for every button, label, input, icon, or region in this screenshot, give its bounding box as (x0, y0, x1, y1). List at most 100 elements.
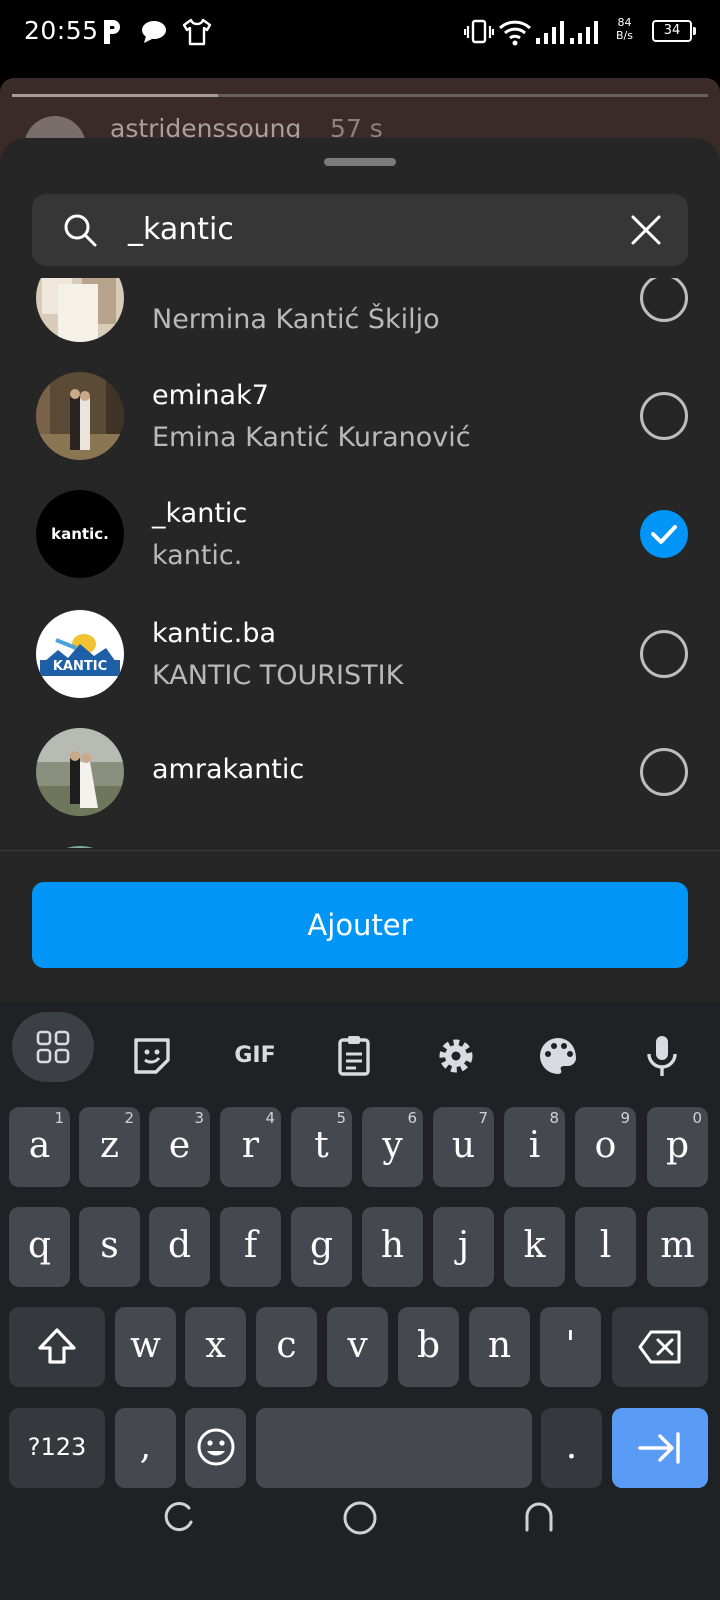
key-t[interactable]: t5 (291, 1107, 352, 1187)
key-l[interactable]: l (575, 1207, 636, 1287)
shift-icon (38, 1328, 76, 1364)
avatar-logo-text: kantic. (51, 525, 109, 543)
avatar (36, 728, 124, 816)
username: kantic.ba (152, 618, 277, 649)
key-g[interactable]: g (291, 1207, 352, 1287)
status-time: 20:55 (24, 16, 99, 45)
key-h[interactable]: h (362, 1207, 423, 1287)
avatar (36, 278, 124, 342)
microphone-icon[interactable] (638, 1032, 686, 1080)
enter-key[interactable] (612, 1408, 708, 1488)
key-x[interactable]: x (185, 1307, 246, 1387)
key-apostrophe[interactable]: ' (540, 1307, 601, 1387)
key-v[interactable]: v (327, 1307, 388, 1387)
add-button[interactable]: Ajouter (32, 882, 688, 968)
battery-level: 34 (663, 23, 681, 38)
select-radio[interactable] (640, 278, 688, 322)
key-period[interactable]: . (541, 1408, 602, 1488)
list-item[interactable] (0, 830, 720, 848)
avatar: KANTIC (36, 610, 124, 698)
key-m[interactable]: m (647, 1207, 708, 1287)
emoji-key[interactable] (185, 1408, 246, 1488)
network-speed-unit: B/s (616, 29, 633, 42)
key-q[interactable]: q (9, 1207, 70, 1287)
key-label: t (314, 1125, 329, 1166)
key-a[interactable]: a1 (9, 1107, 70, 1187)
list-item[interactable]: eminak7 Emina Kantić Kuranović (0, 356, 720, 476)
gif-button[interactable]: GIF (228, 1032, 282, 1080)
key-hint: 0 (692, 1109, 702, 1127)
settings-icon[interactable] (432, 1032, 480, 1080)
shift-key[interactable] (9, 1307, 105, 1387)
key-c[interactable]: c (256, 1307, 317, 1387)
key-f[interactable]: f (220, 1207, 281, 1287)
home-icon[interactable] (342, 1500, 378, 1536)
network-speed-value: 84 (617, 16, 632, 29)
select-radio[interactable] (640, 748, 688, 796)
key-hint: 2 (124, 1109, 134, 1127)
status-bar: 20:55 84 B/s 34 (0, 0, 720, 66)
signal-icon-2 (570, 21, 598, 44)
list-item[interactable]: KANTIC kantic.ba KANTIC TOURISTIK (0, 594, 720, 714)
backspace-key[interactable] (612, 1307, 708, 1387)
key-r[interactable]: r4 (220, 1107, 281, 1187)
clear-search-icon[interactable] (630, 214, 662, 246)
select-radio[interactable] (640, 630, 688, 678)
key-label: o (594, 1125, 617, 1166)
keyboard-apps-button[interactable] (12, 1012, 94, 1082)
checkmark-icon (651, 525, 677, 544)
selected-radio[interactable] (640, 510, 688, 558)
key-z[interactable]: z2 (79, 1107, 140, 1187)
key-label: r (241, 1125, 260, 1166)
key-s[interactable]: s (79, 1207, 140, 1287)
select-radio[interactable] (640, 392, 688, 440)
full-name: KANTIC TOURISTIK (152, 660, 404, 691)
key-n[interactable]: n (469, 1307, 530, 1387)
next-arrow-icon (638, 1432, 680, 1464)
key-j[interactable]: j (433, 1207, 494, 1287)
key-p[interactable]: p0 (647, 1107, 708, 1187)
back-icon[interactable] (522, 1500, 556, 1534)
search-input[interactable]: _kantic (128, 194, 608, 266)
username: amrakantic (152, 754, 305, 785)
key-e[interactable]: e3 (149, 1107, 210, 1187)
network-speed: 84 B/s (616, 16, 633, 42)
key-o[interactable]: o9 (575, 1107, 636, 1187)
key-label: p (665, 1125, 690, 1166)
palette-icon[interactable] (534, 1032, 582, 1080)
list-item[interactable]: amrakantic (0, 712, 720, 832)
full-name: Nermina Kantić Škiljo (152, 304, 440, 335)
sticker-icon[interactable] (128, 1032, 176, 1080)
key-hint: 1 (54, 1109, 64, 1127)
key-b[interactable]: b (398, 1307, 459, 1387)
chat-bubbles-icon (142, 21, 166, 43)
list-item[interactable]: Nermina Kantić Škiljo (0, 278, 720, 358)
vibrate-icon (464, 19, 494, 44)
space-bar[interactable] (256, 1408, 532, 1488)
avatar (36, 372, 124, 460)
key-w[interactable]: w (115, 1307, 176, 1387)
wifi-icon (498, 20, 532, 46)
symbols-key[interactable]: ?123 (9, 1408, 105, 1488)
key-label: a (28, 1125, 51, 1166)
sheet-drag-handle[interactable] (324, 158, 396, 166)
key-comma[interactable]: , (115, 1408, 176, 1488)
key-u[interactable]: u7 (433, 1107, 494, 1187)
key-k[interactable]: k (504, 1207, 565, 1287)
list-item[interactable]: kantic. _kantic kantic. (0, 474, 720, 594)
key-hint: 8 (549, 1109, 559, 1127)
search-bar[interactable]: _kantic (32, 194, 688, 266)
clipboard-icon[interactable] (330, 1032, 378, 1080)
search-icon (64, 214, 97, 247)
story-progress-bar (12, 94, 708, 97)
emoji-icon (197, 1428, 234, 1466)
key-i[interactable]: i8 (504, 1107, 565, 1187)
key-d[interactable]: d (149, 1207, 210, 1287)
recent-apps-icon[interactable] (162, 1500, 196, 1534)
key-y[interactable]: y6 (362, 1107, 423, 1187)
key-hint: 5 (336, 1109, 346, 1127)
divider (0, 850, 720, 851)
battery-icon: 34 (652, 20, 696, 42)
key-hint: 9 (620, 1109, 630, 1127)
tshirt-icon (182, 18, 212, 46)
